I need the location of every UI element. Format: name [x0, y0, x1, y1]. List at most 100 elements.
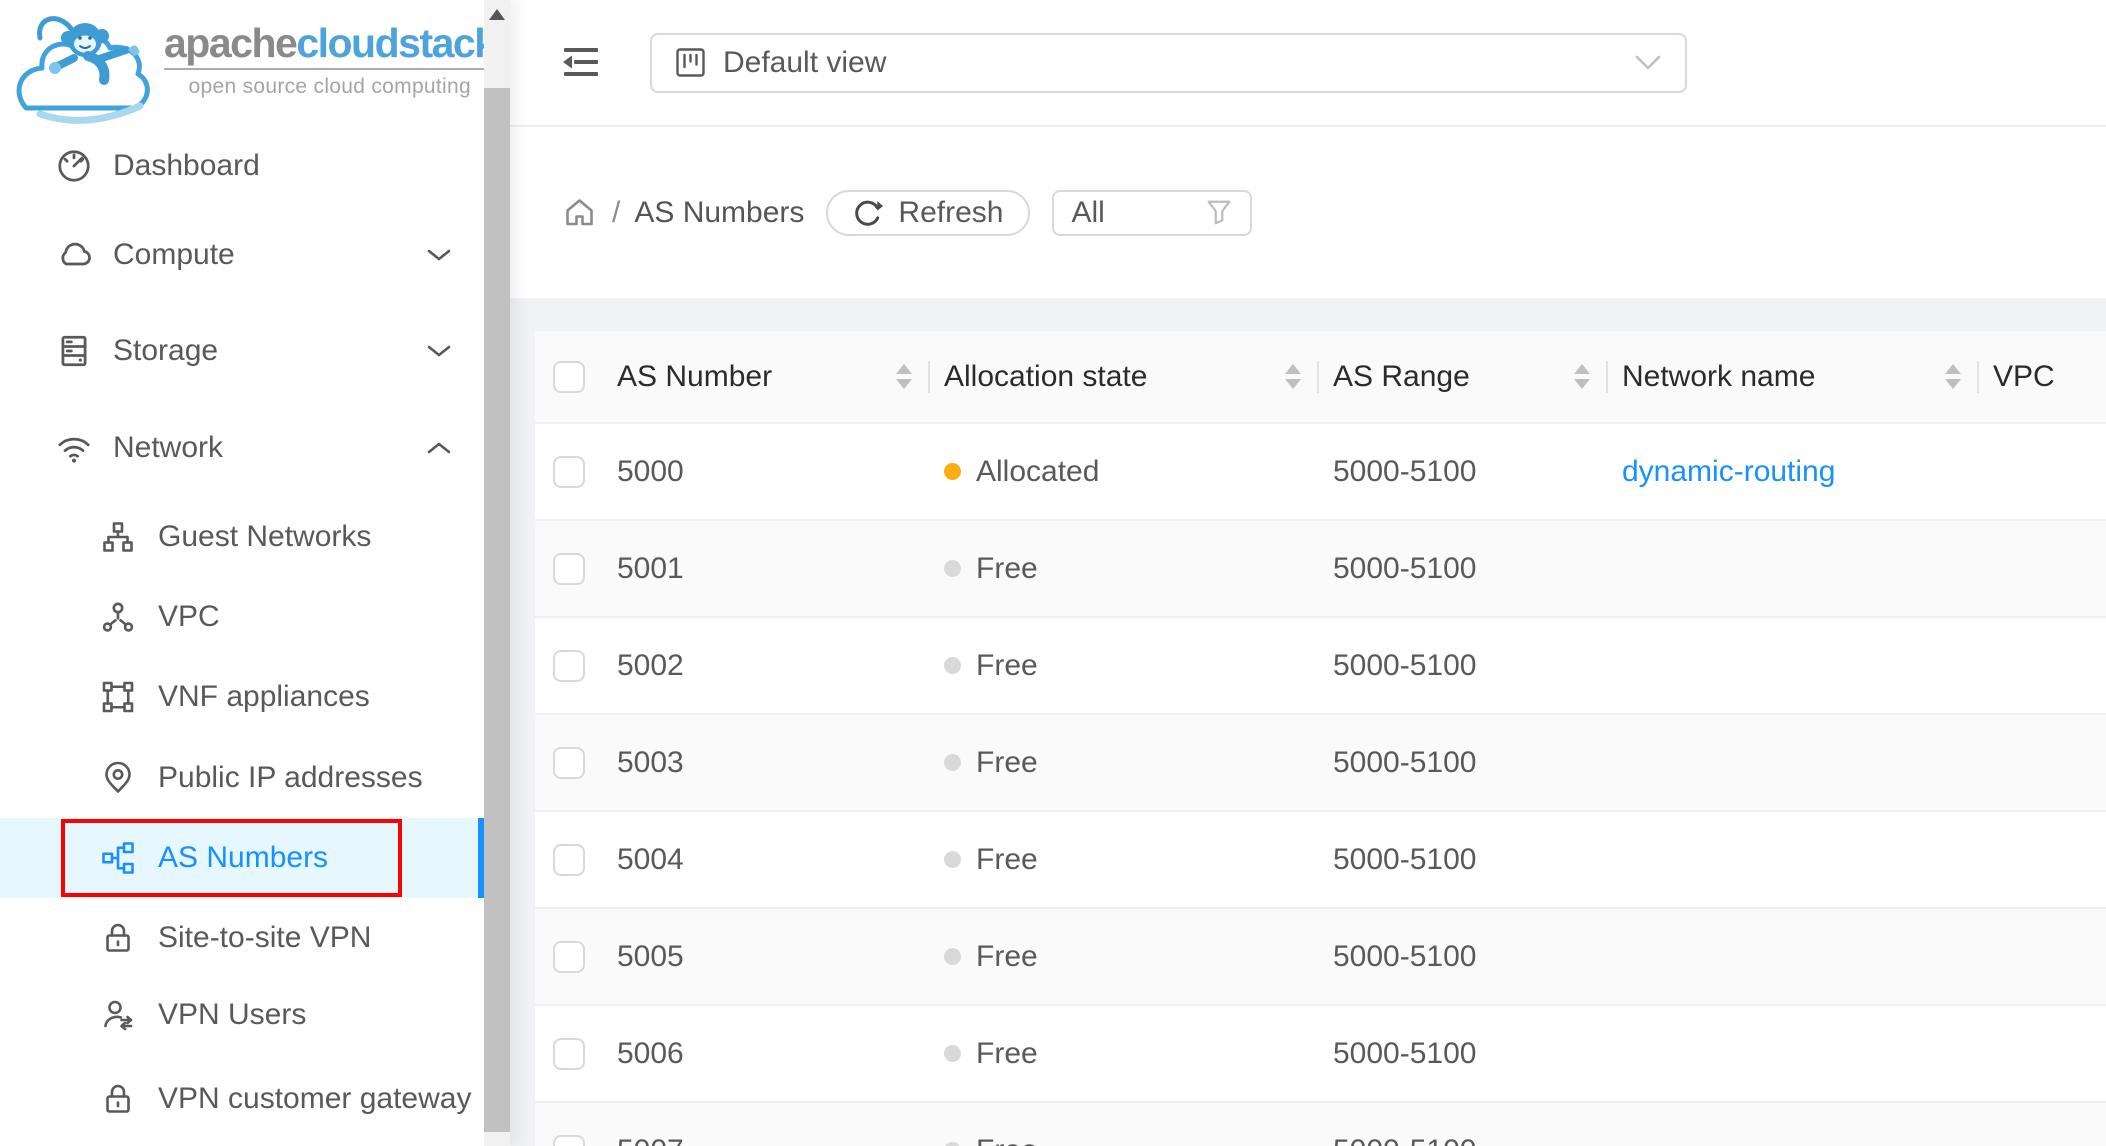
database-icon [55, 332, 93, 370]
cell-allocation-state: Free [928, 521, 1317, 616]
cell-as-number: 5006 [601, 1006, 928, 1101]
column-header-vpc[interactable]: VPC [1977, 331, 2106, 422]
table-row: 5003 Free 5000-5100 [535, 715, 2106, 812]
state-dot [944, 851, 961, 868]
state-dot [944, 560, 961, 577]
sidebar-item-label: VNF appliances [158, 680, 370, 714]
column-label: Allocation state [944, 360, 1147, 394]
brand-text: apachecloudstack [164, 22, 484, 70]
state-dot [944, 1045, 961, 1062]
cell-allocation-state: Free [928, 909, 1317, 1004]
row-checkbox[interactable] [553, 456, 585, 488]
cell-as-number: 5007 [601, 1103, 928, 1146]
cell-state-label: Free [976, 1134, 1038, 1146]
cell-as-range: 5000-5100 [1317, 812, 1606, 907]
sidebar-item-network[interactable]: Network [0, 408, 484, 488]
cell-network-name [1606, 1103, 1977, 1146]
breadcrumb-separator: / [612, 196, 620, 230]
sidebar-item-as-numbers[interactable]: AS Numbers [0, 818, 484, 898]
cell-state-label: Free [976, 746, 1038, 780]
state-dot [944, 948, 961, 965]
network-name-link[interactable]: dynamic-routing [1622, 455, 1835, 489]
row-checkbox[interactable] [553, 747, 585, 779]
brand-cloudstack: cloudstack [296, 20, 484, 66]
sidebar-scrollbar[interactable] [484, 0, 510, 1146]
reload-icon [853, 198, 883, 228]
row-checkbox-cell [535, 1006, 601, 1101]
state-dot [944, 463, 961, 480]
column-header-allocation-state[interactable]: Allocation state [928, 331, 1317, 422]
sidebar-item-vnf-appliances[interactable]: VNF appliances [0, 657, 484, 737]
refresh-button[interactable]: Refresh [826, 190, 1030, 236]
filter-select[interactable]: All [1052, 190, 1252, 236]
cell-network-name [1606, 715, 1977, 810]
cell-network-name [1606, 1006, 1977, 1101]
sidebar-item-label: VPN customer gateway [158, 1082, 471, 1116]
row-checkbox[interactable] [553, 650, 585, 682]
column-header-network-name[interactable]: Network name [1606, 331, 1977, 422]
brand-wordmark: apachecloudstack open source cloud compu… [164, 22, 484, 99]
sidebar-item-vpn-users[interactable]: VPN Users [0, 975, 484, 1055]
cell-state-label: Free [976, 843, 1038, 877]
sidebar-item-public-ip-addresses[interactable]: Public IP addresses [0, 738, 484, 818]
table-row: 5002 Free 5000-5100 [535, 618, 2106, 715]
sidebar-item-dashboard[interactable]: Dashboard [0, 126, 484, 206]
cell-network-name [1606, 909, 1977, 1004]
sidebar-item-storage[interactable]: Storage [0, 311, 484, 391]
cell-state-label: Free [976, 940, 1038, 974]
sidebar-item-site-to-site-vpn[interactable]: Site-to-site VPN [0, 898, 484, 978]
row-checkbox[interactable] [553, 844, 585, 876]
scrollbar-up-arrow-icon[interactable] [489, 9, 505, 20]
column-header-as-number[interactable]: AS Number [601, 331, 928, 422]
row-checkbox[interactable] [553, 1038, 585, 1070]
sidebar-item-vpc[interactable]: VPC [0, 577, 484, 657]
filter-funnel-icon [1205, 198, 1233, 228]
dashboard-icon [55, 147, 93, 185]
cloud-icon [55, 236, 93, 274]
menu-fold-button[interactable] [560, 44, 602, 82]
column-label: VPC [1993, 360, 2055, 394]
scrollbar-thumb[interactable] [484, 88, 510, 1132]
cluster-icon [100, 840, 136, 876]
cloudstack-logo: apachecloudstack open source cloud compu… [6, 6, 484, 126]
state-dot [944, 754, 961, 771]
breadcrumb-toolbar: / AS Numbers Refresh All [510, 127, 2106, 298]
cloudstack-monkey-icon [10, 8, 160, 126]
sidebar-item-label: Public IP addresses [158, 761, 423, 795]
breadcrumb-home[interactable] [563, 196, 596, 229]
cell-as-number: 5003 [601, 715, 928, 810]
lock-icon [100, 920, 136, 956]
row-checkbox-cell [535, 812, 601, 907]
cell-vpc [1977, 618, 2106, 713]
table-row: 5004 Free 5000-5100 [535, 812, 2106, 909]
sidebar-item-label: Network [113, 431, 223, 465]
location-pin-icon [100, 760, 136, 796]
select-all-checkbox[interactable] [553, 361, 585, 393]
table-row: 5005 Free 5000-5100 [535, 909, 2106, 1006]
cell-vpc [1977, 521, 2106, 616]
as-numbers-table: AS Number Allocation state AS Range Netw… [535, 331, 2106, 1146]
row-checkbox-cell [535, 521, 601, 616]
cell-vpc [1977, 909, 2106, 1004]
cell-as-range: 5000-5100 [1317, 618, 1606, 713]
row-checkbox-cell [535, 618, 601, 713]
cell-network-name: dynamic-routing [1606, 424, 1977, 519]
view-select[interactable]: Default view [650, 33, 1687, 93]
sidebar-item-compute[interactable]: Compute [0, 215, 484, 295]
row-checkbox[interactable] [553, 941, 585, 973]
sidebar-item-vpn-customer-gateway[interactable]: VPN customer gateway [0, 1059, 484, 1139]
row-checkbox[interactable] [553, 1135, 585, 1146]
sort-carets-icon [1273, 364, 1301, 389]
sidebar-item-guest-networks[interactable]: Guest Networks [0, 497, 484, 577]
row-checkbox[interactable] [553, 553, 585, 585]
cell-as-range: 5000-5100 [1317, 1103, 1606, 1146]
chevron-down-icon [426, 343, 452, 359]
cell-as-number: 5005 [601, 909, 928, 1004]
cell-allocation-state: Allocated [928, 424, 1317, 519]
sidebar-item-label: Site-to-site VPN [158, 921, 371, 955]
chevron-up-icon [426, 440, 452, 456]
table-row: 5006 Free 5000-5100 [535, 1006, 2106, 1103]
cell-vpc [1977, 1006, 2106, 1101]
column-header-as-range[interactable]: AS Range [1317, 331, 1606, 422]
cell-allocation-state: Free [928, 715, 1317, 810]
